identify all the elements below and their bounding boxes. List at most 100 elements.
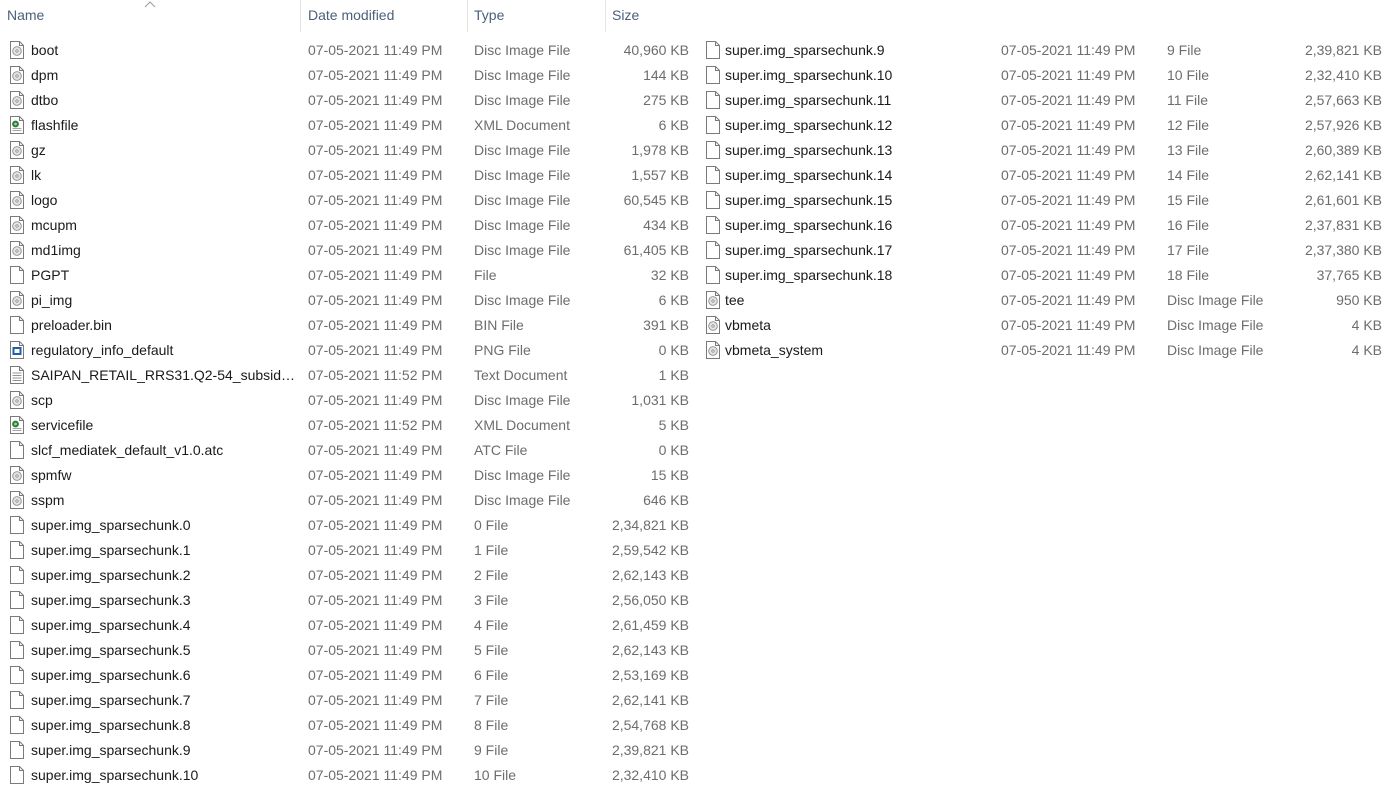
file-name: super.img_sparsechunk.0	[31, 517, 191, 533]
file-icon	[10, 666, 24, 684]
file-row[interactable]: logo 07-05-2021 11:49 PM Disc Image File 60…	[0, 188, 698, 213]
file-row[interactable]: super.img_sparsechunk.3 07-05-2021 11:49 …	[0, 588, 698, 613]
file-row[interactable]: super.img_sparsechunk.9 07-05-2021 11:49 …	[0, 738, 698, 763]
file-type: Disc Image File	[474, 142, 571, 158]
file-type: 4 File	[474, 617, 509, 633]
column-header-type[interactable]: Type	[467, 0, 605, 32]
file-date-modified: 07-05-2021 11:49 PM	[1001, 267, 1136, 283]
file-date-modified: 07-05-2021 11:49 PM	[1001, 92, 1136, 108]
file-icon	[10, 266, 24, 284]
file-icon	[10, 741, 24, 759]
file-size: 6 KB	[658, 292, 689, 308]
file-row[interactable]: super.img_sparsechunk.10 07-05-2021 11:49…	[0, 763, 698, 788]
file-type: XML Document	[474, 417, 570, 433]
file-type: Disc Image File	[474, 192, 571, 208]
file-name: super.img_sparsechunk.17	[725, 242, 893, 258]
file-row[interactable]: super.img_sparsechunk.6 07-05-2021 11:49 …	[0, 663, 698, 688]
file-row[interactable]: SAIPAN_RETAIL_RRS31.Q2-54_subsidy-DE... 0…	[0, 363, 698, 388]
file-row[interactable]: super.img_sparsechunk.18 07-05-2021 11:49…	[698, 263, 1391, 288]
file-name: vbmeta_system	[725, 342, 824, 358]
file-row[interactable]: mcupm 07-05-2021 11:49 PM Disc Image File 4…	[0, 213, 698, 238]
file-date-modified: 07-05-2021 11:49 PM	[308, 692, 443, 708]
file-type: XML Document	[474, 117, 570, 133]
file-row[interactable]: PGPT 07-05-2021 11:49 PM File 32 KB	[0, 263, 698, 288]
file-size: 2,39,821 KB	[611, 742, 689, 758]
file-row[interactable]: gz 07-05-2021 11:49 PM Disc Image File 1,97…	[0, 138, 698, 163]
file-row[interactable]: super.img_sparsechunk.15 07-05-2021 11:49…	[698, 188, 1391, 213]
file-type: 10 File	[474, 767, 517, 783]
file-icon	[706, 166, 720, 184]
file-type: Disc Image File	[1167, 292, 1264, 308]
file-row[interactable]: super.img_sparsechunk.9 07-05-2021 11:49 …	[698, 38, 1391, 63]
file-name: super.img_sparsechunk.5	[31, 642, 191, 658]
file-row[interactable]: super.img_sparsechunk.13 07-05-2021 11:49…	[698, 138, 1391, 163]
file-row[interactable]: boot 07-05-2021 11:49 PM Disc Image File 40…	[0, 38, 698, 63]
file-type: 11 File	[1167, 92, 1208, 108]
file-date-modified: 07-05-2021 11:49 PM	[308, 342, 443, 358]
file-type: Disc Image File	[474, 42, 571, 58]
file-icon	[10, 566, 24, 584]
file-icon	[706, 91, 720, 109]
file-row[interactable]: dtbo 07-05-2021 11:49 PM Disc Image File 27…	[0, 88, 698, 113]
file-size: 1,978 KB	[631, 142, 689, 158]
file-name: lk	[31, 167, 42, 183]
disc-image-icon	[706, 341, 720, 359]
file-row[interactable]: super.img_sparsechunk.12 07-05-2021 11:49…	[698, 113, 1391, 138]
file-row[interactable]: super.img_sparsechunk.14 07-05-2021 11:49…	[698, 163, 1391, 188]
file-type: 8 File	[474, 717, 509, 733]
file-name: SAIPAN_RETAIL_RRS31.Q2-54_subsidy-DE...	[31, 367, 296, 383]
file-row[interactable]: regulatory_info_default 07-05-2021 11:49 …	[0, 338, 698, 363]
disc-image-icon	[10, 241, 24, 259]
file-row[interactable]: preloader.bin 07-05-2021 11:49 PM BIN File…	[0, 313, 698, 338]
file-date-modified: 07-05-2021 11:49 PM	[308, 642, 443, 658]
column-header-name[interactable]: Name	[0, 0, 300, 32]
file-row[interactable]: super.img_sparsechunk.17 07-05-2021 11:49…	[698, 238, 1391, 263]
file-row[interactable]: slcf_mediatek_default_v1.0.atc 07-05-2021…	[0, 438, 698, 463]
file-size: 646 KB	[643, 492, 689, 508]
file-size: 37,765 KB	[1316, 267, 1382, 283]
file-row[interactable]: dpm 07-05-2021 11:49 PM Disc Image File 144…	[0, 63, 698, 88]
file-list-right-column: super.img_sparsechunk.9 07-05-2021 11:49 …	[698, 38, 1391, 363]
file-row[interactable]: servicefile 07-05-2021 11:52 PM XML Docume…	[0, 413, 698, 438]
file-row[interactable]: scp 07-05-2021 11:49 PM Disc Image File 1,0…	[0, 388, 698, 413]
file-size: 2,37,380 KB	[1304, 242, 1382, 258]
column-header-bar: Name Date modified Type Size	[0, 0, 698, 32]
file-type: 1 File	[474, 542, 509, 558]
file-row[interactable]: vbmeta_system 07-05-2021 11:49 PM Disc Ima…	[698, 338, 1391, 363]
file-row[interactable]: super.img_sparsechunk.4 07-05-2021 11:49 …	[0, 613, 698, 638]
file-date-modified: 07-05-2021 11:49 PM	[308, 392, 443, 408]
file-row[interactable]: super.img_sparsechunk.5 07-05-2021 11:49 …	[0, 638, 698, 663]
file-size: 144 KB	[643, 67, 689, 83]
file-date-modified: 07-05-2021 11:49 PM	[1001, 167, 1136, 183]
file-row[interactable]: flashfile 07-05-2021 11:49 PM XML Document…	[0, 113, 698, 138]
file-row[interactable]: super.img_sparsechunk.0 07-05-2021 11:49 …	[0, 513, 698, 538]
file-row[interactable]: super.img_sparsechunk.10 07-05-2021 11:49…	[698, 63, 1391, 88]
file-row[interactable]: super.img_sparsechunk.8 07-05-2021 11:49 …	[0, 713, 698, 738]
file-date-modified: 07-05-2021 11:49 PM	[308, 667, 443, 683]
file-row[interactable]: pi_img 07-05-2021 11:49 PM Disc Image File…	[0, 288, 698, 313]
file-name: super.img_sparsechunk.4	[31, 617, 191, 633]
file-row[interactable]: sspm 07-05-2021 11:49 PM Disc Image File 64…	[0, 488, 698, 513]
file-row[interactable]: md1img 07-05-2021 11:49 PM Disc Image File…	[0, 238, 698, 263]
file-date-modified: 07-05-2021 11:49 PM	[308, 217, 443, 233]
file-row[interactable]: super.img_sparsechunk.16 07-05-2021 11:49…	[698, 213, 1391, 238]
file-row[interactable]: super.img_sparsechunk.2 07-05-2021 11:49 …	[0, 563, 698, 588]
file-row[interactable]: super.img_sparsechunk.7 07-05-2021 11:49 …	[0, 688, 698, 713]
file-row[interactable]: tee 07-05-2021 11:49 PM Disc Image File 950…	[698, 288, 1391, 313]
file-type: 15 File	[1167, 192, 1210, 208]
file-name: tee	[725, 292, 745, 308]
file-type: Text Document	[474, 367, 568, 383]
file-row[interactable]: super.img_sparsechunk.11 07-05-2021 11:49…	[698, 88, 1391, 113]
file-row[interactable]: super.img_sparsechunk.1 07-05-2021 11:49 …	[0, 538, 698, 563]
file-size: 2,59,542 KB	[611, 542, 689, 558]
file-date-modified: 07-05-2021 11:49 PM	[1001, 317, 1136, 333]
file-row[interactable]: vbmeta 07-05-2021 11:49 PM Disc Image File…	[698, 313, 1391, 338]
file-row[interactable]: spmfw 07-05-2021 11:49 PM Disc Image File 1…	[0, 463, 698, 488]
column-header-size[interactable]: Size	[605, 0, 698, 32]
file-name: dpm	[31, 67, 59, 83]
file-name: super.img_sparsechunk.7	[31, 692, 191, 708]
column-header-date-modified[interactable]: Date modified	[301, 0, 467, 32]
file-date-modified: 07-05-2021 11:49 PM	[1001, 192, 1136, 208]
file-row[interactable]: lk 07-05-2021 11:49 PM Disc Image File 1,55…	[0, 163, 698, 188]
file-size: 2,57,663 KB	[1304, 92, 1382, 108]
